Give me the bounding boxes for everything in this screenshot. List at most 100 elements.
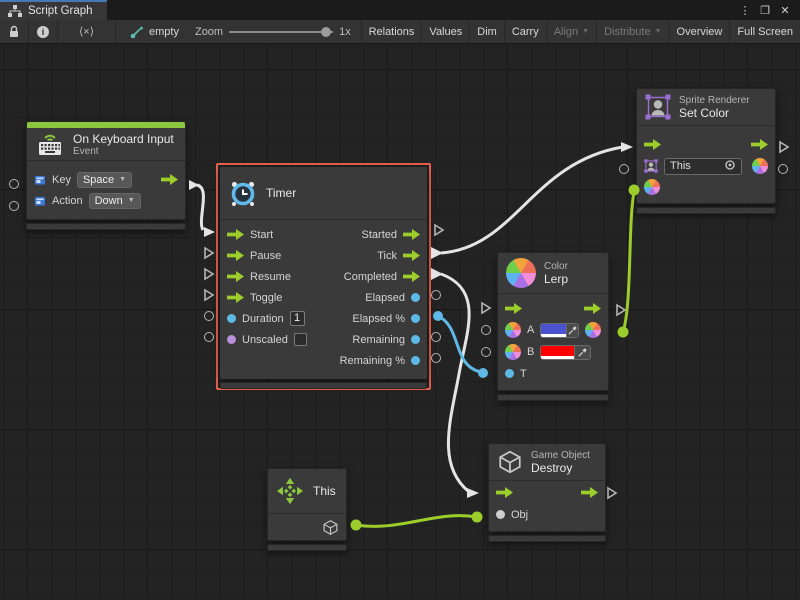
node-category: Game Object xyxy=(531,450,590,461)
port-timer-unscaled[interactable] xyxy=(204,332,214,342)
port-timer-duration[interactable] xyxy=(204,311,214,321)
distribute-button: Distribute▼ xyxy=(597,20,669,43)
color-port-icon[interactable] xyxy=(505,322,521,338)
key-row: Key Space▼ xyxy=(27,169,185,190)
node-on-keyboard-input[interactable]: On Keyboard Input Event Key Space▼ xyxy=(26,121,186,230)
graph-canvas[interactable]: On Keyboard Input Event Key Space▼ xyxy=(0,44,800,600)
zoom-slider[interactable] xyxy=(229,31,333,33)
port-timer-remaining[interactable] xyxy=(431,332,441,342)
color-in-port[interactable] xyxy=(644,179,660,195)
node-this[interactable]: This xyxy=(267,468,347,551)
align-button: Align▼ xyxy=(547,20,597,43)
graph-name-label: empty xyxy=(116,20,187,43)
object-picker-icon[interactable] xyxy=(724,159,736,171)
flow-out-port[interactable] xyxy=(161,174,178,185)
carry-button[interactable]: Carry xyxy=(505,20,547,43)
port-setcolor-flow-out[interactable] xyxy=(778,140,790,154)
flow-in-port[interactable] xyxy=(644,139,661,150)
flow-out-port[interactable] xyxy=(403,250,420,261)
graph-toolbar: i ⟨×⟩ empty Zoom 1x Relations Values Dim… xyxy=(0,20,800,44)
info-button[interactable]: i xyxy=(29,20,58,43)
port-setcolor-out[interactable] xyxy=(778,164,788,174)
flow-in-port[interactable] xyxy=(496,487,513,498)
node-title: Lerp xyxy=(544,272,568,286)
color-port-icon[interactable] xyxy=(505,344,521,360)
float-port[interactable] xyxy=(411,356,420,365)
node-color-lerp[interactable]: Color Lerp A B T xyxy=(497,252,609,401)
float-port[interactable] xyxy=(411,335,420,344)
flow-in-port[interactable] xyxy=(227,292,244,303)
color-a-field[interactable] xyxy=(540,323,579,338)
object-port[interactable] xyxy=(496,510,505,519)
color-out-port[interactable] xyxy=(585,322,601,338)
node-subtitle: Event xyxy=(73,146,174,157)
node-timer-selected[interactable]: Timer StartStarted PauseTick ResumeCompl… xyxy=(216,163,431,390)
port-timer-resume[interactable] xyxy=(203,267,215,281)
edge-completed-to-destroy xyxy=(441,274,469,491)
node-destroy[interactable]: Game Object Destroy Obj xyxy=(488,443,606,542)
flow-in-port[interactable] xyxy=(505,303,522,314)
dim-button[interactable]: Dim xyxy=(470,20,505,43)
port-lerp-b[interactable] xyxy=(481,347,491,357)
flow-in-port[interactable] xyxy=(227,271,244,282)
port-timer-remaining-pct[interactable] xyxy=(431,353,441,363)
lock-button[interactable] xyxy=(0,20,29,43)
node-footer xyxy=(497,394,609,401)
color-b-swatch[interactable] xyxy=(541,346,574,359)
flow-out-port[interactable] xyxy=(403,271,420,282)
flow-out-port[interactable] xyxy=(403,229,420,240)
unscaled-checkbox[interactable] xyxy=(294,333,307,346)
edge-endpoint xyxy=(467,488,479,498)
node-footer xyxy=(488,535,606,542)
port-setcolor-target[interactable] xyxy=(619,164,629,174)
port-keyboard-action[interactable] xyxy=(9,201,19,211)
flow-out-port[interactable] xyxy=(584,303,601,314)
action-dropdown[interactable]: Down▼ xyxy=(89,193,141,209)
edge-elapsedpct-to-t xyxy=(438,316,481,372)
float-port[interactable] xyxy=(227,314,236,323)
maximize-icon[interactable]: ❐ xyxy=(756,4,774,17)
zoom-to-fit-button[interactable]: ⟨×⟩ xyxy=(58,20,116,43)
chevron-down-icon: ▼ xyxy=(128,197,135,204)
color-out-port[interactable] xyxy=(752,158,768,174)
flow-out-port[interactable] xyxy=(751,139,768,150)
color-a-swatch[interactable] xyxy=(541,324,566,337)
flow-out-port[interactable] xyxy=(581,487,598,498)
values-button[interactable]: Values xyxy=(422,20,470,43)
duration-input[interactable]: 1 xyxy=(290,311,305,326)
port-timer-pause[interactable] xyxy=(203,246,215,260)
bool-port[interactable] xyxy=(227,335,236,344)
flow-in-port[interactable] xyxy=(227,229,244,240)
eyedropper-button[interactable] xyxy=(566,324,578,337)
port-timer-started[interactable] xyxy=(433,223,445,237)
this-icon xyxy=(276,477,304,505)
port-lerp-flow-out[interactable] xyxy=(615,303,627,317)
port-lerp-a[interactable] xyxy=(481,325,491,335)
fullscreen-button[interactable]: Full Screen xyxy=(730,20,800,43)
port-timer-elapsed[interactable] xyxy=(431,290,441,300)
port-keyboard-key[interactable] xyxy=(9,179,19,189)
menu-icon[interactable]: ⋮ xyxy=(736,4,754,17)
float-port[interactable] xyxy=(411,293,420,302)
zoom-slider-handle[interactable] xyxy=(321,27,331,37)
relations-button[interactable]: Relations xyxy=(361,20,423,43)
tab-script-graph[interactable]: Script Graph xyxy=(0,0,107,20)
port-timer-toggle[interactable] xyxy=(203,288,215,302)
eyedropper-icon xyxy=(577,347,588,358)
eyedropper-button[interactable] xyxy=(574,346,590,359)
float-port[interactable] xyxy=(411,314,420,323)
target-field[interactable]: This xyxy=(664,158,742,175)
close-icon[interactable]: ✕ xyxy=(776,4,794,17)
edge-endpoint xyxy=(189,180,199,190)
overview-button[interactable]: Overview xyxy=(670,20,731,43)
color-b-field[interactable] xyxy=(540,345,591,360)
fit-icon: ⟨×⟩ xyxy=(79,25,94,38)
game-object-out-port[interactable] xyxy=(322,519,339,536)
port-lerp-flow-in[interactable] xyxy=(480,301,492,315)
port-destroy-flow-out[interactable] xyxy=(606,486,618,500)
node-set-color[interactable]: Sprite Renderer Set Color This xyxy=(636,88,776,214)
eyedropper-icon xyxy=(567,325,578,336)
float-port[interactable] xyxy=(505,369,514,378)
key-dropdown[interactable]: Space▼ xyxy=(77,172,132,188)
flow-in-port[interactable] xyxy=(227,250,244,261)
